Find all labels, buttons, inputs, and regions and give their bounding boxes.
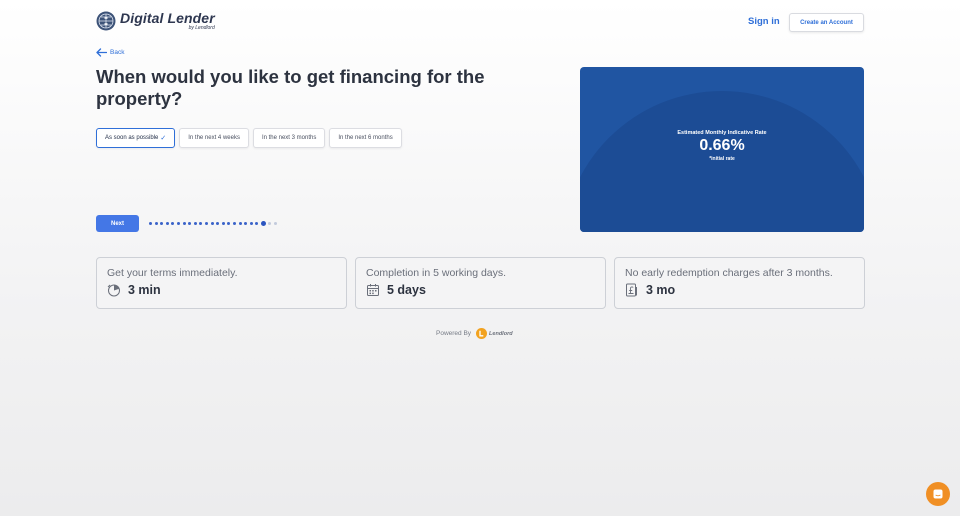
rate-panel: Estimated Monthly Indicative Rate 0.66% … — [580, 67, 864, 232]
progress-dot — [149, 222, 152, 225]
globe-logo-icon — [96, 11, 116, 31]
lendlord-logo-icon — [476, 328, 488, 339]
rate-label: Estimated Monthly Indicative Rate — [677, 130, 767, 136]
back-link[interactable]: Back — [96, 48, 124, 57]
question-title: When would you like to get financing for… — [96, 66, 485, 109]
brand-logo[interactable]: Digital Lender by Lendlord — [96, 11, 215, 31]
progress-dot — [232, 222, 236, 225]
progress-dot — [176, 222, 180, 225]
brand-subtitle: by Lendlord — [188, 25, 215, 31]
pound-document-icon — [626, 283, 637, 297]
progress-dot-current — [260, 221, 266, 226]
progress-dot — [255, 222, 259, 225]
option-label: As soon as possible — [105, 135, 159, 141]
progress-dot — [165, 222, 169, 225]
card-title: Completion in 5 working days. — [366, 267, 507, 279]
option-6-months[interactable]: In the next 6 months — [329, 128, 402, 148]
progress-indicator — [149, 221, 280, 226]
check-icon: ✓ — [160, 135, 167, 142]
card-value: 3 min — [128, 283, 161, 297]
card-value: 5 days — [387, 283, 426, 297]
card-title: Get your terms immediately. — [107, 267, 238, 279]
progress-dot — [204, 222, 208, 225]
next-button[interactable]: Next — [96, 215, 139, 232]
progress-dot — [171, 222, 175, 225]
option-label: In the next 3 months — [261, 135, 317, 141]
progress-dot — [238, 222, 242, 225]
option-3-months[interactable]: In the next 3 months — [252, 128, 326, 148]
progress-dot — [244, 222, 248, 225]
arrow-left-icon — [96, 48, 107, 57]
option-4-weeks[interactable]: In the next 4 weeks — [179, 128, 249, 148]
rate-note: *initial rate — [709, 156, 735, 162]
benefit-cards: Get your terms immediately. 3 min Comple… — [96, 257, 865, 309]
progress-dot — [193, 222, 197, 225]
top-header: Digital Lender by Lendlord Sign in Creat… — [0, 0, 960, 44]
progress-dot — [160, 222, 164, 225]
powered-by[interactable]: Powered By Lendlord — [436, 328, 513, 339]
powered-by-label: Powered By — [436, 330, 472, 337]
benefit-card-terms: Get your terms immediately. 3 min — [96, 257, 347, 309]
progress-dot — [221, 222, 225, 225]
progress-dot — [210, 222, 214, 225]
benefit-card-redemption: No early redemption charges after 3 mont… — [614, 257, 865, 309]
progress-dot — [249, 222, 253, 225]
create-account-button[interactable]: Create an Account — [789, 13, 864, 32]
progress-dot — [227, 222, 231, 225]
progress-dot — [182, 222, 186, 225]
timer-icon — [107, 284, 120, 297]
benefit-card-completion: Completion in 5 working days. 5 days — [355, 257, 606, 309]
chat-launcher-button[interactable] — [926, 482, 950, 506]
option-asap[interactable]: As soon as possible ✓ — [96, 128, 176, 148]
progress-dot — [188, 222, 192, 225]
progress-dot — [216, 222, 220, 225]
timing-options: As soon as possible ✓ In the next 4 week… — [96, 128, 406, 148]
option-label: In the next 4 weeks — [188, 135, 240, 141]
calendar-icon — [367, 284, 379, 296]
back-label: Back — [110, 49, 125, 56]
progress-dot — [199, 222, 203, 225]
progress-dot — [268, 222, 272, 225]
rate-value: 0.66% — [699, 137, 745, 154]
powered-by-brand: Lendlord — [489, 330, 513, 337]
card-value: 3 mo — [646, 283, 676, 297]
progress-dot — [274, 222, 278, 225]
chat-icon — [933, 489, 943, 499]
brand-title: Digital Lender — [120, 10, 215, 26]
progress-dot — [154, 222, 158, 225]
option-label: In the next 6 months — [338, 135, 393, 141]
sign-in-link[interactable]: Sign in — [748, 16, 780, 27]
card-title: No early redemption charges after 3 mont… — [625, 267, 833, 279]
